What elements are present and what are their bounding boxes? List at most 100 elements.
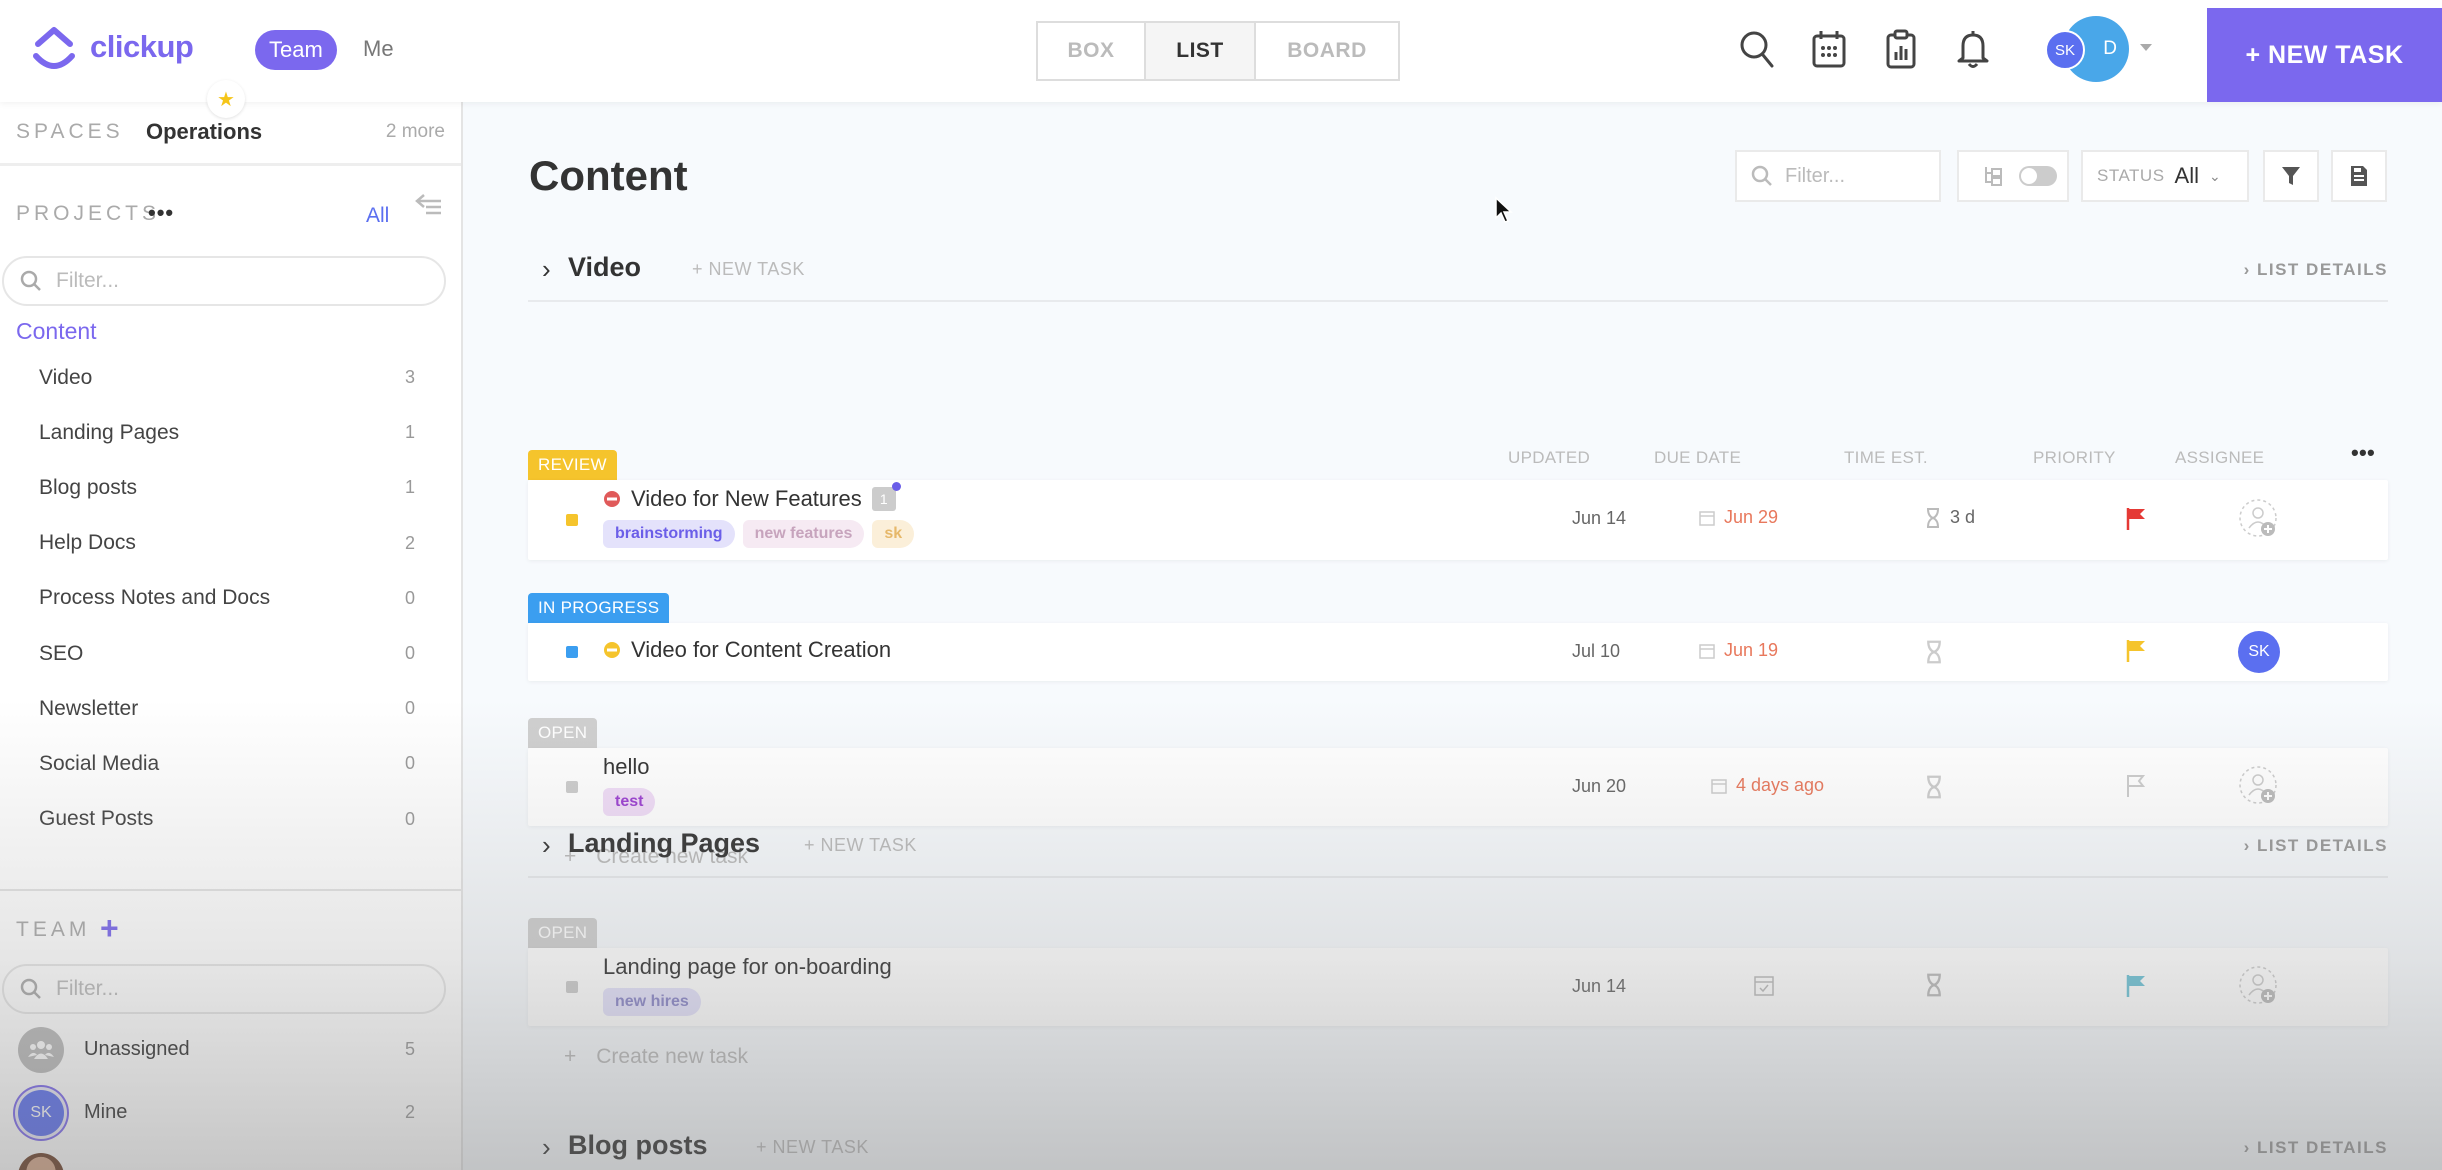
- task-due-date[interactable]: 4 days ago: [1710, 775, 1824, 796]
- star-icon[interactable]: ★: [207, 80, 245, 118]
- subtask-count-badge[interactable]: 1: [871, 482, 901, 511]
- caret-down-icon[interactable]: [2140, 44, 2152, 51]
- priority-flag-icon[interactable]: [2125, 638, 2147, 669]
- view-box-tab[interactable]: BOX: [1038, 23, 1146, 79]
- task-title[interactable]: hello: [603, 754, 649, 780]
- section-new-task-button[interactable]: + NEW TASK: [756, 1137, 869, 1158]
- status-tag-in-progress: IN PROGRESS: [528, 593, 670, 623]
- status-dropdown[interactable]: STATUS All ⌄: [2081, 150, 2249, 202]
- assignee-avatar[interactable]: SK: [2238, 631, 2280, 673]
- section-new-task-button[interactable]: + NEW TASK: [804, 835, 917, 856]
- list-item[interactable]: Newsletter 0: [0, 681, 461, 736]
- task-title[interactable]: Video for Content Creation: [631, 637, 891, 663]
- team-filter-input[interactable]: [56, 977, 416, 1001]
- task-row[interactable]: Video for New Features 1 brainstorming n…: [528, 480, 2388, 560]
- team-member[interactable]: [0, 1144, 461, 1170]
- section-new-task-button[interactable]: + NEW TASK: [692, 259, 805, 280]
- status-square[interactable]: [566, 514, 578, 526]
- col-priority[interactable]: PRIORITY: [2033, 448, 2116, 468]
- task-tags: new hires: [603, 988, 701, 1016]
- bell-icon[interactable]: [1952, 26, 1994, 72]
- user-avatar-menu[interactable]: D SK: [2045, 16, 2135, 82]
- task-title[interactable]: Video for New Features: [631, 486, 862, 512]
- new-task-button[interactable]: + NEW TASK: [2207, 8, 2442, 102]
- list-details-link[interactable]: › LIST DETAILS: [2244, 1138, 2388, 1158]
- list-item[interactable]: Process Notes and Docs 0: [0, 571, 461, 626]
- save-view-button[interactable]: [2331, 150, 2387, 202]
- col-updated[interactable]: UPDATED: [1508, 448, 1590, 468]
- task-due-date[interactable]: Jun 29: [1698, 507, 1778, 528]
- status-square[interactable]: [566, 646, 578, 658]
- list-details-link[interactable]: › LIST DETAILS: [2244, 260, 2388, 280]
- section-name[interactable]: Landing Pages: [568, 828, 760, 859]
- section-name[interactable]: Blog posts: [568, 1130, 708, 1161]
- project-content[interactable]: Content: [16, 318, 97, 345]
- projects-filter[interactable]: [2, 256, 446, 306]
- list-details-link[interactable]: › LIST DETAILS: [2244, 836, 2388, 856]
- view-list-tab[interactable]: LIST: [1146, 23, 1256, 79]
- filter-button[interactable]: [2263, 150, 2319, 202]
- projects-filter-input[interactable]: [56, 269, 416, 293]
- create-new-task-button[interactable]: + Create new task: [564, 1045, 748, 1069]
- task-row[interactable]: Landing page for on-boarding new hires J…: [528, 948, 2388, 1026]
- status-square[interactable]: [566, 981, 578, 993]
- task-filter-input[interactable]: [1785, 164, 1925, 188]
- task-due-date[interactable]: Jun 19: [1698, 640, 1778, 661]
- status-square[interactable]: [566, 781, 578, 793]
- current-space[interactable]: Operations: [146, 119, 262, 145]
- clickup-logo[interactable]: clickup: [30, 22, 194, 72]
- col-time-est[interactable]: TIME EST.: [1844, 448, 1928, 468]
- chevron-right-icon[interactable]: ›: [542, 830, 551, 861]
- list-item[interactable]: SEO 0: [0, 626, 461, 681]
- add-assignee-icon[interactable]: [2238, 498, 2282, 547]
- calendar-icon[interactable]: [1808, 26, 1850, 72]
- chevron-right-icon[interactable]: ›: [542, 1132, 551, 1163]
- col-due-date[interactable]: DUE DATE: [1654, 448, 1741, 468]
- columns-menu-icon[interactable]: •••: [2351, 440, 2375, 466]
- subtasks-toggle[interactable]: [1957, 150, 2069, 202]
- task-due-date[interactable]: [1753, 973, 1775, 997]
- task-filter[interactable]: [1735, 150, 1941, 202]
- clipboard-chart-icon[interactable]: [1880, 26, 1922, 72]
- task-time-estimate[interactable]: [1926, 973, 1942, 997]
- more-spaces-link[interactable]: 2 more: [386, 121, 445, 143]
- tag[interactable]: new hires: [603, 988, 701, 1016]
- task-row[interactable]: Video for Content Creation Jul 10 Jun 19…: [528, 623, 2388, 681]
- team-toggle[interactable]: Team: [255, 30, 337, 70]
- list-item[interactable]: Landing Pages 1: [0, 405, 461, 460]
- tag[interactable]: sk: [872, 520, 915, 548]
- tag[interactable]: new features: [742, 520, 865, 548]
- list-item[interactable]: Guest Posts 0: [0, 792, 461, 847]
- task-row[interactable]: hello test Jun 20 4 days ago: [528, 748, 2388, 826]
- priority-flag-icon[interactable]: [2125, 506, 2147, 537]
- task-time-estimate[interactable]: [1926, 775, 1942, 799]
- priority-flag-icon[interactable]: [2125, 973, 2147, 1004]
- team-member-unassigned[interactable]: Unassigned 5: [0, 1018, 461, 1081]
- me-toggle[interactable]: Me: [363, 36, 394, 62]
- task-time-estimate[interactable]: 3 d: [1926, 507, 1975, 528]
- search-icon[interactable]: [1736, 26, 1778, 72]
- projects-all-link[interactable]: All: [366, 204, 389, 228]
- view-board-tab[interactable]: BOARD: [1256, 23, 1398, 79]
- list-item[interactable]: Video 3: [0, 350, 461, 405]
- projects-menu-icon[interactable]: •••: [148, 200, 174, 226]
- funnel-icon: [2282, 167, 2300, 185]
- list-item[interactable]: Social Media 0: [0, 736, 461, 791]
- section-name[interactable]: Video: [568, 252, 641, 283]
- task-time-estimate[interactable]: [1926, 640, 1942, 664]
- tag[interactable]: test: [603, 788, 656, 816]
- task-title[interactable]: Landing page for on-boarding: [603, 954, 892, 980]
- team-filter[interactable]: [2, 964, 446, 1014]
- list-item[interactable]: Blog posts 1: [0, 460, 461, 515]
- team-member-mine[interactable]: SK Mine 2: [0, 1081, 461, 1144]
- chevron-right-icon[interactable]: ›: [542, 254, 551, 285]
- collapse-sidebar-icon[interactable]: [414, 192, 444, 223]
- priority-flag-icon[interactable]: [2125, 773, 2147, 804]
- add-team-member-button[interactable]: +: [100, 910, 119, 947]
- add-assignee-icon[interactable]: [2238, 965, 2282, 1014]
- tag[interactable]: brainstorming: [603, 520, 735, 548]
- col-assignee[interactable]: ASSIGNEE: [2175, 448, 2264, 468]
- add-assignee-icon[interactable]: [2238, 765, 2282, 814]
- list-item[interactable]: Help Docs 2: [0, 516, 461, 571]
- toggle-switch[interactable]: [2019, 166, 2057, 186]
